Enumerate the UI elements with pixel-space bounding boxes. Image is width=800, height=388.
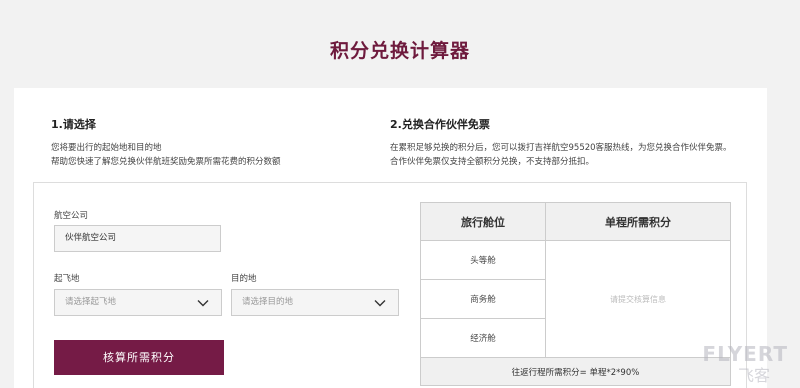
round-trip-note: 往返行程所需积分= 单程*2*90% <box>420 357 731 386</box>
destination-select[interactable]: 请选择目的地 <box>231 289 399 316</box>
step-select: 1.请选择 您将要出行的起始地和目的地 帮助您快速了解您兑换伙伴航班奖励免票所需… <box>51 116 281 169</box>
origin-select[interactable]: 请选择起飞地 <box>54 289 222 316</box>
cabin-economy: 经济舱 <box>420 318 546 358</box>
airline-label: 航空公司 <box>54 211 89 221</box>
points-result: 请提交核算信息 <box>545 240 731 358</box>
cabin-business: 商务舱 <box>420 279 546 319</box>
calculate-points-button[interactable]: 核算所需积分 <box>54 340 224 375</box>
table-header-row: 旅行舱位 单程所需积分 <box>420 202 731 241</box>
watermark-cn: 飞客 <box>737 366 770 385</box>
calculator-card: 1.请选择 您将要出行的起始地和目的地 帮助您快速了解您兑换伙伴航班奖励免票所需… <box>14 88 767 388</box>
step-select-desc-1: 您将要出行的起始地和目的地 <box>51 143 162 153</box>
step-redeem: 2.兑换合作伙伴免票 在累积足够兑换的积分后，您可以拨打吉祥航空95520客服热… <box>390 116 760 169</box>
origin-label: 起飞地 <box>54 274 80 284</box>
origin-placeholder: 请选择起飞地 <box>65 297 117 307</box>
destination-label: 目的地 <box>231 274 257 284</box>
table-row: 头等舱 请提交核算信息 <box>420 240 731 358</box>
cabin-first: 头等舱 <box>420 240 546 280</box>
destination-placeholder: 请选择目的地 <box>242 297 294 307</box>
calculator-form-panel: 航空公司 伙伴航空公司 起飞地 请选择起飞地 目的地 请选择目的地 核算所需积分… <box>33 182 747 388</box>
chevron-down-icon <box>374 300 386 307</box>
col-cabin-header: 旅行舱位 <box>420 202 546 241</box>
table-footer-row: 往返行程所需积分= 单程*2*90% <box>420 357 731 386</box>
step-redeem-desc-2: 合作伙伴免票仅支持全额积分兑换，不支持部分抵扣。 <box>390 157 595 167</box>
points-table: 旅行舱位 单程所需积分 头等舱 请提交核算信息 商务舱 经济舱 往返行程所需积分… <box>420 202 731 386</box>
step-select-title: 1.请选择 <box>51 118 96 131</box>
col-points-header: 单程所需积分 <box>545 202 731 241</box>
airline-field[interactable]: 伙伴航空公司 <box>54 225 221 252</box>
chevron-down-icon <box>197 300 209 307</box>
step-select-desc-2: 帮助您快速了解您兑换伙伴航班奖励免票所需花费的积分数额 <box>51 157 281 167</box>
page-title: 积分兑换计算器 <box>329 40 470 62</box>
step-redeem-title: 2.兑换合作伙伴免票 <box>390 118 490 131</box>
step-redeem-desc-1: 在累积足够兑换的积分后，您可以拨打吉祥航空95520客服热线，为您兑换合作伙伴免… <box>390 143 732 153</box>
